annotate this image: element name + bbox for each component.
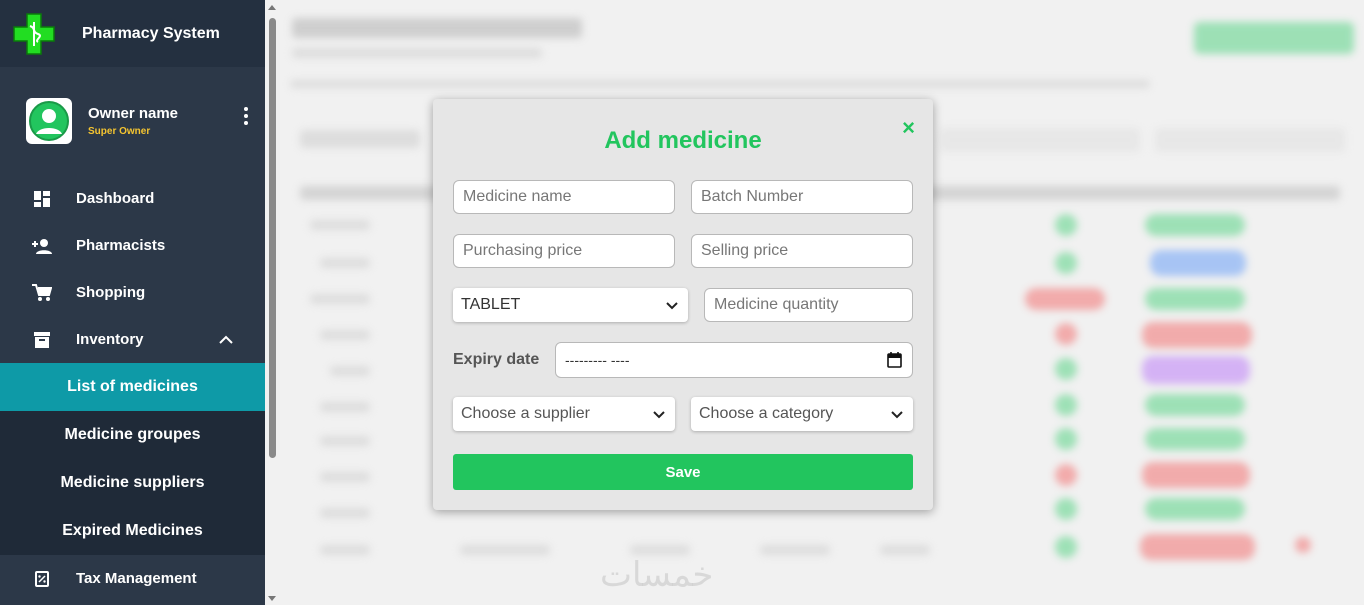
more-options-icon[interactable] xyxy=(243,104,249,128)
user-profile: Owner name Super Owner xyxy=(0,67,265,175)
expiry-date-input[interactable]: --------- ---- xyxy=(555,342,913,378)
dialog-title: Add medicine xyxy=(604,127,762,154)
sidebar-item-label: Shopping xyxy=(76,284,146,301)
add-person-icon xyxy=(32,236,52,256)
select-value: Choose a supplier xyxy=(461,405,590,422)
sidebar-item-label: Pharmacists xyxy=(76,237,166,254)
sidebar-item-shopping[interactable]: Shopping xyxy=(0,269,265,316)
expiry-date-label: Expiry date xyxy=(453,351,540,368)
calendar-icon[interactable] xyxy=(887,352,902,371)
chevron-up-icon[interactable] xyxy=(219,331,233,348)
profile-role: Super Owner xyxy=(88,126,151,137)
pharmacy-cross-logo-icon xyxy=(12,12,56,56)
select-value: Choose a category xyxy=(699,405,834,422)
sidebar-item-pharmacists[interactable]: Pharmacists xyxy=(0,222,265,269)
save-button[interactable]: Save xyxy=(453,454,913,490)
category-select[interactable]: Choose a category xyxy=(691,397,913,431)
batch-number-input[interactable]: Batch Number xyxy=(691,180,913,214)
sidebar-item-label: Dashboard xyxy=(76,190,155,207)
scroll-down-icon[interactable] xyxy=(268,596,276,601)
profile-name: Owner name xyxy=(88,105,179,122)
inventory-submenu: List of medicines Medicine groupes Medic… xyxy=(0,363,265,555)
sidebar-item-list-of-medicines[interactable]: List of medicines xyxy=(0,363,265,411)
sidebar-item-tax-management[interactable]: Tax Management xyxy=(0,555,265,602)
app-title: Pharmacy System xyxy=(82,24,220,42)
purchasing-price-input[interactable]: Purchasing price xyxy=(453,234,675,268)
chevron-down-icon xyxy=(653,407,665,425)
sidebar-item-inventory[interactable]: Inventory xyxy=(0,316,265,363)
medicine-quantity-input[interactable]: Medicine quantity xyxy=(704,288,913,322)
chevron-down-icon xyxy=(891,407,903,425)
medicine-name-input[interactable]: Medicine name xyxy=(453,180,675,214)
sidebar-item-dashboard[interactable]: Dashboard xyxy=(0,175,265,222)
chevron-down-icon xyxy=(666,298,678,316)
add-medicine-dialog: × Add medicine Medicine name Batch Numbe… xyxy=(433,99,933,510)
medicine-type-select[interactable]: TABLET xyxy=(453,288,688,322)
scroll-up-icon[interactable] xyxy=(268,5,276,10)
sidebar-item-expired-medicines[interactable]: Expired Medicines xyxy=(0,507,265,555)
user-avatar-icon xyxy=(29,101,69,141)
supplier-select[interactable]: Choose a supplier xyxy=(453,397,675,431)
selling-price-input[interactable]: Selling price xyxy=(691,234,913,268)
tax-receipt-icon xyxy=(32,569,52,589)
watermark: خمسات xyxy=(600,555,714,595)
sidebar-scrollbar[interactable] xyxy=(265,0,280,605)
dashboard-icon xyxy=(32,189,52,209)
sidebar-item-label: Tax Management xyxy=(76,570,197,587)
select-value: TABLET xyxy=(461,296,521,313)
avatar[interactable] xyxy=(26,98,72,144)
archive-box-icon xyxy=(32,330,52,350)
cart-icon xyxy=(32,283,52,303)
scrollbar-thumb[interactable] xyxy=(269,18,276,458)
sidebar-item-medicine-suppliers[interactable]: Medicine suppliers xyxy=(0,459,265,507)
brand-header: Pharmacy System xyxy=(0,0,265,67)
sidebar-item-label: Inventory xyxy=(76,331,144,348)
sidebar-item-medicine-groups[interactable]: Medicine groupes xyxy=(0,411,265,459)
sidebar: Pharmacy System Owner name Super Owner D… xyxy=(0,0,265,605)
expiry-date-value: --------- ---- xyxy=(565,352,630,368)
